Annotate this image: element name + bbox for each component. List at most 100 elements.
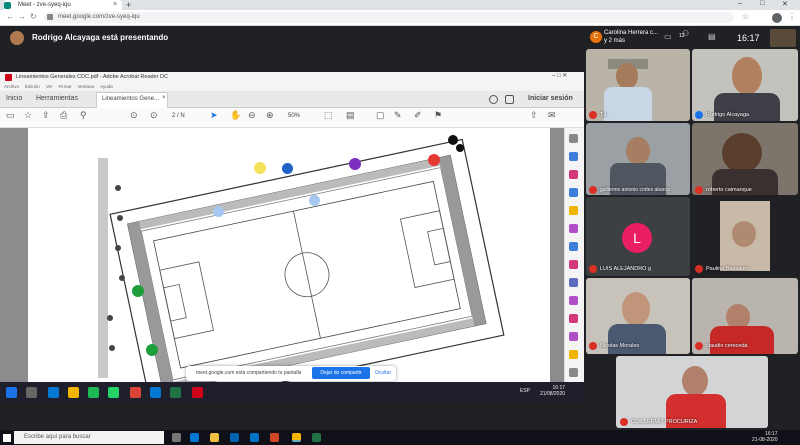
participant-tile[interactable] (616, 356, 768, 428)
windows-search-input[interactable]: Escribe aquí para buscar (14, 431, 164, 444)
whatsapp-icon[interactable] (108, 387, 119, 398)
save-icon[interactable]: ▭ (6, 110, 15, 121)
rail-organize-icon[interactable] (569, 242, 578, 251)
stop-sharing-button[interactable]: Dejar de compartir (312, 367, 370, 379)
scroll-mode-icon[interactable]: ▤ (346, 110, 355, 121)
menu-item[interactable]: Ver (46, 84, 53, 89)
participant-tile[interactable]: L (586, 197, 690, 276)
pencil-icon[interactable]: ✎ (394, 110, 402, 121)
tab-close-icon[interactable]: × (113, 1, 117, 8)
comment-icon[interactable]: ▢ (376, 110, 385, 121)
bookmark-icon[interactable]: ☆ (24, 110, 32, 121)
print-icon[interactable]: ⎙ (60, 110, 67, 121)
task-view-icon[interactable] (172, 433, 181, 442)
upload-icon[interactable]: ⇪ (42, 110, 50, 121)
excel-icon[interactable] (170, 387, 181, 398)
chrome-icon[interactable] (68, 387, 79, 398)
star-icon[interactable]: ☆ (742, 12, 749, 21)
rail-edit-icon[interactable] (569, 188, 578, 197)
zoom-out-icon[interactable]: ⊖ (248, 110, 256, 121)
highlight-icon[interactable]: ✐ (414, 110, 422, 121)
rail-redact-icon[interactable] (569, 260, 578, 269)
rail-export-icon[interactable] (569, 152, 578, 161)
presenting-banner: Rodrigo Alcayaga está presentando (32, 33, 169, 42)
rail-combine-icon[interactable] (569, 224, 578, 233)
rail-compress-icon[interactable] (569, 332, 578, 341)
chrome-icon[interactable] (130, 387, 141, 398)
rail-sign-icon[interactable] (569, 314, 578, 323)
minimize-icon[interactable]: – (738, 0, 742, 7)
mail-icon[interactable] (150, 387, 161, 398)
rail-fill-sign-icon[interactable] (569, 296, 578, 305)
acrobat-window-controls-icon[interactable]: – □ ✕ (552, 72, 567, 79)
menu-item[interactable]: Edición (25, 84, 40, 89)
prev-page-icon[interactable]: ⊙ (130, 110, 138, 121)
windows-start-icon[interactable] (3, 434, 11, 442)
signin-link[interactable]: Iniciar sesión (528, 95, 573, 102)
acrobat-icon[interactable] (192, 387, 203, 398)
powerpoint-icon[interactable] (270, 433, 279, 442)
maximize-icon[interactable]: □ (760, 0, 764, 7)
zoom-in-icon[interactable]: ⊕ (266, 110, 274, 121)
page-indicator[interactable]: 2 / N (172, 113, 185, 119)
marker-green (146, 344, 158, 356)
email-icon[interactable]: ✉ (548, 110, 556, 121)
language-indicator: ESP (520, 388, 531, 394)
menu-item[interactable]: Ventana (78, 84, 95, 89)
select-tool-icon[interactable]: ➤ (210, 110, 218, 121)
store-icon[interactable] (230, 433, 239, 442)
rail-protect-icon[interactable] (569, 278, 578, 287)
excel-icon[interactable] (312, 433, 321, 442)
tab-document[interactable]: Lineamientos Gene... (102, 96, 159, 102)
new-tab-icon[interactable]: + (126, 0, 131, 10)
meet-favicon-icon (4, 2, 11, 9)
search-icon[interactable] (26, 387, 37, 398)
participant-initial-avatar: L (622, 223, 652, 253)
close-window-icon[interactable]: ✕ (782, 0, 788, 8)
rail-more-icon[interactable] (569, 368, 578, 377)
menu-item[interactable]: Ayuda (100, 84, 113, 89)
menu-item[interactable]: Firmar (59, 84, 72, 89)
participant-tile[interactable] (586, 49, 690, 121)
address-bar[interactable]: meet.google.com/zve-syeq-iqu (44, 12, 734, 23)
share-icon[interactable]: ⇧ (530, 110, 538, 121)
start-icon[interactable] (6, 387, 17, 398)
outlook-icon[interactable] (48, 387, 59, 398)
participant-tile[interactable] (586, 123, 690, 195)
menu-item[interactable]: Archivo (4, 84, 19, 89)
browser-menu-icon[interactable]: ⋮ (788, 12, 796, 21)
rail-comment-icon[interactable] (569, 206, 578, 215)
forward-icon[interactable]: → (18, 12, 26, 21)
windows-clock: 16:17 21-08-2020 (752, 431, 778, 443)
participant-tile[interactable] (692, 123, 798, 195)
rail-folder-icon[interactable] (569, 350, 578, 359)
hide-share-bar-link[interactable]: Ocultar (375, 370, 391, 376)
participant-tile[interactable] (692, 49, 798, 121)
notifications-icon[interactable] (505, 95, 514, 104)
tab-tools[interactable]: Herramientas (36, 95, 78, 102)
rail-search-icon[interactable] (569, 134, 578, 143)
hand-tool-icon[interactable]: ✋ (230, 110, 241, 121)
mail-icon[interactable] (250, 433, 259, 442)
back-icon[interactable]: ← (6, 12, 14, 21)
reload-icon[interactable]: ↻ (30, 12, 37, 21)
rail-create-icon[interactable] (569, 170, 578, 179)
next-page-icon[interactable]: ⊙ (150, 110, 158, 121)
profile-avatar[interactable] (772, 13, 782, 23)
help-icon[interactable] (489, 95, 498, 104)
tab-home[interactable]: Inicio (6, 95, 22, 102)
edge-icon[interactable] (190, 433, 199, 442)
acrobat-menu-bar: Archivo Edición Ver Firmar Ventana Ayuda (0, 83, 584, 91)
search-icon[interactable]: ⚲ (80, 110, 87, 121)
zoom-level[interactable]: 50% (288, 113, 300, 119)
captions-icon[interactable]: ▭ (664, 32, 672, 41)
stamp-icon[interactable]: ⚑ (434, 110, 442, 121)
tab-close-icon[interactable]: × (162, 95, 166, 101)
participant-tile[interactable] (692, 197, 798, 276)
file-explorer-icon[interactable] (210, 433, 219, 442)
spotify-icon[interactable] (88, 387, 99, 398)
chrome-icon[interactable] (292, 433, 301, 442)
chat-icon[interactable]: ▤ (708, 32, 716, 41)
browser-tab[interactable]: Meet - zve-syeq-iqu (4, 0, 122, 10)
fit-page-icon[interactable]: ⬚ (324, 110, 333, 121)
